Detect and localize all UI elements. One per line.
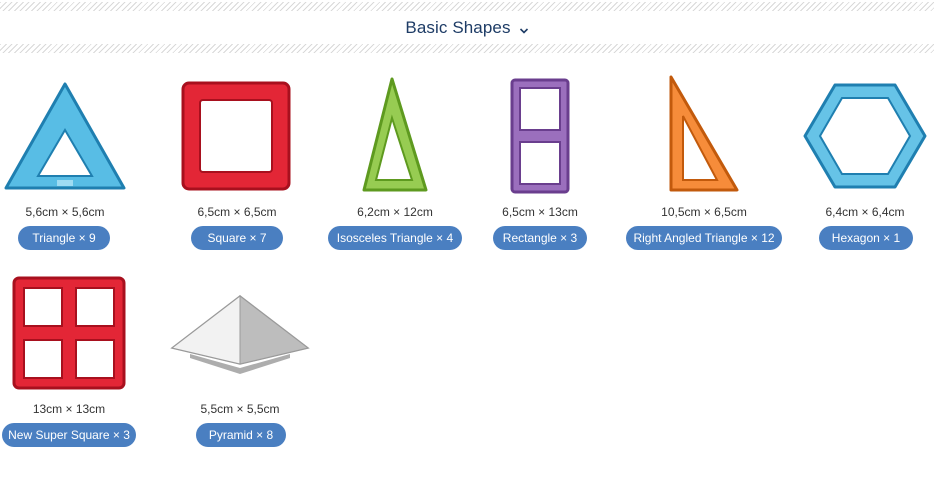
pyramid-dimensions: 5,5cm × 5,5cm (200, 402, 280, 416)
isosceles-triangle-tile-image (362, 77, 428, 192)
hexagon-count-pill[interactable]: Hexagon × 1 (819, 226, 913, 250)
shape-item-pyramid: 5,5cm × 5,5cm Pyramid × 8 (165, 270, 315, 460)
new-super-square-tile-image (12, 276, 126, 390)
rectangle-tile-image (510, 78, 570, 194)
shape-item-square: 6,5cm × 6,5cm Square × 7 (162, 72, 312, 262)
shape-item-right-angled-triangle: 10,5cm × 6,5cm Right Angled Triangle × 1… (626, 72, 782, 262)
new-super-square-dimensions: 13cm × 13cm (32, 402, 106, 416)
right-angled-triangle-tile-image (669, 75, 739, 192)
isosceles-triangle-count-pill[interactable]: Isosceles Triangle × 4 (328, 226, 462, 250)
new-super-square-count-pill[interactable]: New Super Square × 3 (2, 423, 136, 447)
chevron-down-icon[interactable] (519, 23, 529, 34)
square-dimensions: 6,5cm × 6,5cm (197, 205, 277, 219)
right-angled-triangle-dimensions: 10,5cm × 6,5cm (661, 205, 747, 219)
triangle-count-pill[interactable]: Triangle × 9 (18, 226, 110, 250)
pyramid-image (170, 294, 310, 374)
shape-item-new-super-square: 13cm × 13cm New Super Square × 3 (0, 270, 144, 460)
isosceles-triangle-dimensions: 6,2cm × 12cm (357, 205, 433, 219)
square-count-pill[interactable]: Square × 7 (191, 226, 283, 250)
shape-item-triangle: 5,6cm × 5,6cm Triangle × 9 (0, 72, 140, 262)
header-stripe-top (0, 2, 934, 11)
right-angled-triangle-count-pill[interactable]: Right Angled Triangle × 12 (626, 226, 782, 250)
triangle-dimensions: 5,6cm × 5,6cm (25, 205, 105, 219)
shape-item-isosceles-triangle: 6,2cm × 12cm Isosceles Triangle × 4 (320, 72, 470, 262)
shape-item-rectangle: 6,5cm × 13cm Rectangle × 3 (465, 72, 615, 262)
square-tile-image (181, 81, 291, 191)
section-header-toggle[interactable]: Basic Shapes (0, 11, 934, 44)
shape-item-hexagon: 6,4cm × 6,4cm Hexagon × 1 (790, 72, 934, 262)
rectangle-count-pill[interactable]: Rectangle × 3 (493, 226, 587, 250)
pyramid-count-pill[interactable]: Pyramid × 8 (196, 423, 286, 447)
hexagon-dimensions: 6,4cm × 6,4cm (825, 205, 905, 219)
header-stripe-bottom (0, 44, 934, 53)
rectangle-dimensions: 6,5cm × 13cm (502, 205, 578, 219)
hexagon-tile-image (803, 83, 927, 189)
triangle-tile-image (4, 82, 126, 190)
section-title: Basic Shapes (405, 17, 511, 37)
